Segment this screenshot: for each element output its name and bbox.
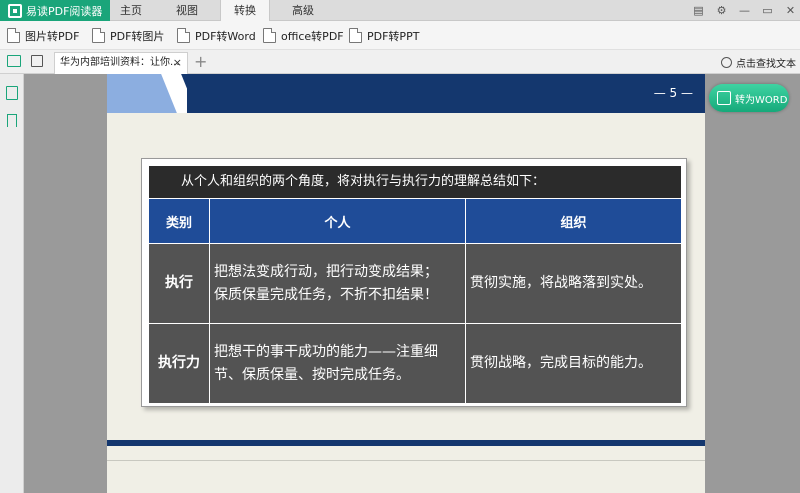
pdf-to-word-label: PDF转Word [195, 29, 256, 43]
convert-toolbar: 图片转PDF PDF转图片 PDF转Word office转PDF PDF转PP… [0, 21, 800, 50]
banner-dark-stripe [187, 74, 705, 113]
row-personal-line: 把想干的事干成功的能力——注重细 [214, 343, 438, 360]
find-text-label: 点击查找文本 [736, 59, 796, 70]
row-personal: 把想法变成行动，把行动变成结果； 保质保量完成任务，不折不扣结果！ [210, 244, 466, 324]
app-logo-tab[interactable]: 易读PDF阅读器 [0, 0, 110, 21]
image-to-pdf-label: 图片转PDF [25, 29, 80, 43]
settings-icon[interactable]: ⚙ [716, 5, 727, 16]
menu-bar: 易读PDF阅读器 主页 视图 转换 高级 ▤ ⚙ — ▭ ✕ [0, 0, 800, 22]
pdf-to-image-button[interactable]: PDF转图片 [92, 27, 164, 44]
app-name: 易读PDF阅读器 [26, 4, 103, 18]
pdf-to-ppt-button[interactable]: PDF转PPT [349, 27, 419, 44]
document-tab-bar: 华为内部培训资料：让你... × + 点击查找文本 [0, 50, 800, 74]
office-to-pdf-label: office转PDF [281, 29, 344, 43]
ppt-file-icon [349, 28, 362, 43]
document-tab[interactable]: 华为内部培训资料：让你... × [54, 52, 188, 74]
image-file-icon [7, 28, 20, 43]
save-icon[interactable] [31, 55, 43, 67]
row-personal-line: 节、保质保量、按时完成任务。 [214, 366, 410, 383]
table-row: 执行 把想法变成行动，把行动变成结果； 保质保量完成任务，不折不扣结果！ 贯彻实… [149, 244, 681, 324]
summary-table: 类别 个人 组织 执行 把想法变成行动，把行动变成结果； 保质保量完成任务，不折… [149, 199, 681, 404]
left-sidebar [0, 74, 24, 493]
table-caption: 从个人和组织的两个角度，将对执行与执行力的理解总结如下： [149, 166, 681, 198]
word-file-icon [177, 28, 190, 43]
office-to-pdf-button[interactable]: office转PDF [263, 27, 344, 44]
open-folder-icon[interactable] [7, 55, 21, 67]
row-organization: 贯彻实施，将战略落到实处。 [466, 244, 681, 324]
footer-navy-bar [107, 440, 705, 446]
bookmark-icon[interactable] [7, 114, 17, 127]
row-personal: 把想干的事干成功的能力——注重细 节、保质保量、按时完成任务。 [210, 324, 466, 404]
word-icon [717, 91, 731, 105]
row-category: 执行 [149, 244, 210, 324]
tab-home[interactable]: 主页 [114, 0, 148, 21]
row-personal-line: 把想法变成行动，把行动变成结果； [214, 263, 438, 280]
document-tab-title: 华为内部培训资料：让你... [60, 57, 180, 68]
skin-icon[interactable]: ▤ [693, 5, 704, 16]
tab-advanced[interactable]: 高级 [286, 0, 320, 21]
app-logo-icon [8, 3, 22, 18]
row-personal-line: 保质保量完成任务，不折不扣结果！ [214, 286, 438, 303]
summary-table-frame: 从个人和组织的两个角度，将对执行与执行力的理解总结如下： 类别 个人 组织 执行… [141, 158, 687, 407]
header-organization: 组织 [466, 199, 681, 244]
table-header-row: 类别 个人 组织 [149, 199, 681, 244]
search-icon [721, 57, 732, 68]
close-icon[interactable]: ✕ [785, 5, 796, 16]
pdf-to-word-button[interactable]: PDF转Word [177, 27, 256, 44]
find-text-button[interactable]: 点击查找文本 [721, 55, 796, 70]
new-tab-icon[interactable]: + [194, 52, 207, 72]
convert-to-word-label: 转为WORD [735, 94, 788, 106]
tab-view[interactable]: 视图 [170, 0, 204, 21]
header-category: 类别 [149, 199, 210, 244]
thumbnails-icon[interactable] [6, 86, 18, 100]
maximize-icon[interactable]: ▭ [762, 5, 773, 16]
tab-close-icon[interactable]: × [173, 53, 182, 73]
pdf-to-image-label: PDF转图片 [110, 29, 165, 43]
office-file-icon [263, 28, 276, 43]
header-personal: 个人 [210, 199, 466, 244]
row-organization: 贯彻战略，完成目标的能力。 [466, 324, 681, 404]
convert-to-word-button[interactable]: 转为WORD [709, 84, 789, 112]
row-category: 执行力 [149, 324, 210, 404]
minimize-icon[interactable]: — [739, 5, 750, 16]
page-number: — 5 — [653, 86, 693, 100]
image-to-pdf-button[interactable]: 图片转PDF [7, 27, 79, 44]
footer-divider [107, 460, 705, 461]
tab-convert[interactable]: 转换 [220, 0, 270, 22]
pdf-page: — 5 — 从个人和组织的两个角度，将对执行与执行力的理解总结如下： 类别 个人… [107, 74, 705, 493]
pdf-file-icon [92, 28, 105, 43]
pdf-to-ppt-label: PDF转PPT [367, 29, 420, 43]
table-row: 执行力 把想干的事干成功的能力——注重细 节、保质保量、按时完成任务。 贯彻战略… [149, 324, 681, 404]
